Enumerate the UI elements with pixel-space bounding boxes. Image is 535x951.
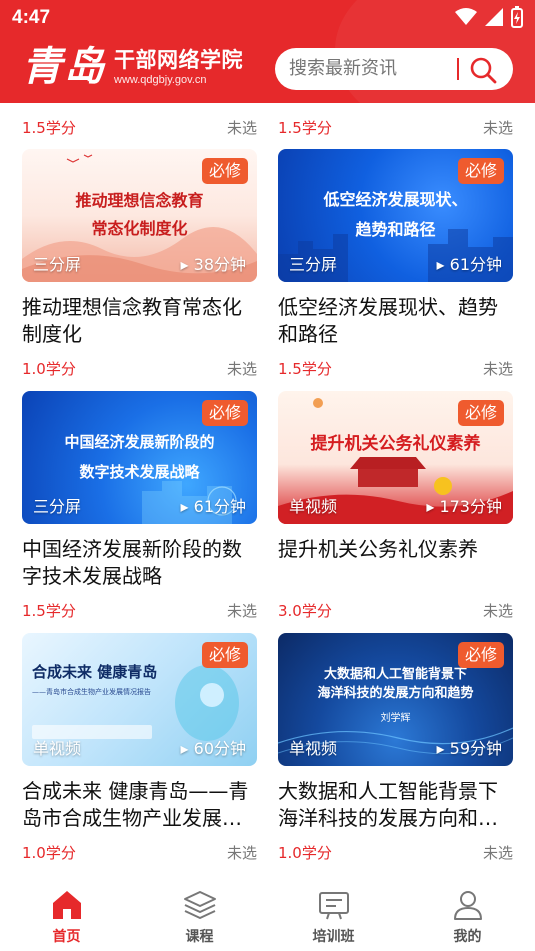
thumbnail-subcaption: 刘学辉 [380,713,411,724]
course-meta: 1.0学分 未选 [22,842,257,866]
search-input[interactable] [289,48,454,90]
course-thumbnail[interactable]: 大数据和人工智能背景下 海洋科技的发展方向和趋势 刘学辉 必修 单视频 ▸ 59… [278,633,513,766]
course-credit: 1.5学分 [278,360,332,378]
course-title[interactable]: 中国经济发展新阶段的数字技术发展战略 [22,536,257,590]
nav-training-label: 培训班 [312,929,355,945]
course-card[interactable]: 大数据和人工智能背景下 海洋科技的发展方向和趋势 刘学辉 必修 单视频 ▸ 59… [278,633,513,866]
course-duration: ▸ 173分钟 [426,497,502,516]
nav-courses-label: 课程 [185,929,214,945]
signal-icon [485,8,503,26]
course-card[interactable]: 推动理想信念教育 常态化制度化 必修 三分屏 ▸ 38分钟 推动理想信念教育常态… [22,149,257,382]
course-duration: ▸ 61分钟 [436,255,502,274]
course-meta: 1.5学分 未选 [22,117,257,141]
required-badge: 必修 [457,400,504,426]
required-badge: 必修 [201,158,248,184]
course-credit: 1.5学分 [22,119,76,137]
logo-url: www.qdgbjy.gov.cn [114,74,207,86]
status-icons [455,6,523,28]
course-credit: 1.5学分 [22,602,76,620]
course-duration: ▸ 61分钟 [180,497,246,516]
course-format: 三分屏 [33,255,82,274]
course-card[interactable]: 低空经济发展现状、 趋势和路径 必修 三分屏 ▸ 61分钟 低空经济发展现状、趋… [278,149,513,382]
status-bar: 4:47 [0,0,535,36]
course-select-status[interactable]: 未选 [483,600,513,621]
required-badge: 必修 [201,400,248,426]
course-thumbnail[interactable]: 合成未来 健康青岛 ——青岛市合成生物产业发展情况报告 必修 单视频 ▸ 60分… [22,633,257,766]
course-card[interactable]: 中国经济发展新阶段的 数字技术发展战略 必修 三分屏 ▸ 61分钟 中国经济发展… [22,391,257,624]
course-title[interactable]: 推动理想信念教育常态化制度化 [22,294,257,348]
course-format: 单视频 [33,739,82,758]
course-select-status[interactable]: 未选 [227,117,257,138]
nav-profile-label: 我的 [453,929,482,945]
course-format: 三分屏 [33,497,82,516]
required-badge: 必修 [457,642,504,668]
course-select-status[interactable]: 未选 [227,358,257,379]
logo-mark: 青岛 [22,43,106,90]
course-select-status[interactable]: 未选 [483,117,513,138]
nav-profile[interactable]: 我的 [401,866,534,951]
required-badge: 必修 [457,158,504,184]
course-select-status[interactable]: 未选 [227,842,257,863]
course-format: 三分屏 [289,255,338,274]
course-meta: 3.0学分 未选 [278,600,513,624]
search-bar[interactable] [275,48,513,90]
course-title[interactable]: 合成未来 健康青岛——青岛市合成生物产业发展情况报告 [22,778,257,832]
course-select-status[interactable]: 未选 [227,600,257,621]
course-grid[interactable]: 1.5学分 未选 1.5学分 未选 推动理想信念教育 常态化制度化 必修 三分屏… [0,103,535,866]
course-title[interactable]: 低空经济发展现状、趋势和路径 [278,294,513,348]
required-badge: 必修 [201,642,248,668]
course-meta: 1.5学分 未选 [278,117,513,141]
search-divider [457,58,459,80]
course-select-status[interactable]: 未选 [483,842,513,863]
nav-home-label: 首页 [52,929,81,945]
search-icon[interactable] [468,55,498,85]
course-credit: 1.0学分 [22,844,76,862]
course-thumbnail[interactable]: 提升机关公务礼仪素养 必修 单视频 ▸ 173分钟 [278,391,513,524]
home-icon [52,891,81,919]
course-thumbnail[interactable]: 推动理想信念教育 常态化制度化 必修 三分屏 ▸ 38分钟 [22,149,257,282]
course-card[interactable]: 合成未来 健康青岛 ——青岛市合成生物产业发展情况报告 必修 单视频 ▸ 60分… [22,633,257,866]
thumbnail-caption: 提升机关公务礼仪素养 [310,434,481,454]
thumbnail-caption: 推动理想信念教育 常态化制度化 [75,191,204,238]
thumbnail-caption: 中国经济发展新阶段的 数字技术发展战略 [64,433,215,481]
course-meta: 1.5学分 未选 [278,358,513,382]
course-meta: 1.0学分 未选 [22,358,257,382]
course-format: 单视频 [289,497,338,516]
logo-title: 干部网络学院 [114,48,243,72]
course-meta: 1.5学分 未选 [22,600,257,624]
thumbnail-caption: 大数据和人工智能背景下 海洋科技的发展方向和趋势 [317,667,474,701]
nav-courses[interactable]: 课程 [133,866,266,951]
course-thumbnail[interactable]: 中国经济发展新阶段的 数字技术发展战略 必修 三分屏 ▸ 61分钟 [22,391,257,524]
course-duration: ▸ 59分钟 [436,739,502,758]
course-select-status[interactable]: 未选 [483,358,513,379]
battery-icon [511,6,523,28]
class-board-icon [318,892,349,920]
nav-training[interactable]: 培训班 [267,866,400,951]
wifi-icon [455,8,477,25]
thumbnail-caption: 合成未来 健康青岛 [32,663,158,681]
course-format: 单视频 [289,739,338,758]
course-meta: 1.0学分 未选 [278,842,513,866]
course-title[interactable]: 提升机关公务礼仪素养 [278,536,513,590]
course-credit: 1.0学分 [278,844,332,862]
status-time: 4:47 [12,7,51,28]
thumbnail-subcaption: ——青岛市合成生物产业发展情况报告 [32,688,151,696]
course-credit: 3.0学分 [278,602,332,620]
bottom-nav: 首页 课程 培训班 我的 [0,866,535,951]
course-card[interactable]: 提升机关公务礼仪素养 必修 单视频 ▸ 173分钟 提升机关公务礼仪素养 3.0… [278,391,513,624]
app-header: 4:47 青岛 干部网络学院 www.qdgbjy.gov.cn [0,0,535,103]
thumbnail-caption: 低空经济发展现状、 趋势和路径 [323,190,468,239]
profile-icon [453,891,482,920]
course-thumbnail[interactable]: 低空经济发展现状、 趋势和路径 必修 三分屏 ▸ 61分钟 [278,149,513,282]
course-duration: ▸ 38分钟 [180,255,246,274]
course-credit: 1.0学分 [22,360,76,378]
nav-home[interactable]: 首页 [0,866,133,951]
course-duration: ▸ 60分钟 [180,739,246,758]
course-credit: 1.5学分 [278,119,332,137]
course-title[interactable]: 大数据和人工智能背景下海洋科技的发展方向和趋势 [278,778,513,832]
app-logo: 青岛 干部网络学院 www.qdgbjy.gov.cn [22,41,243,93]
layers-icon [183,891,216,919]
